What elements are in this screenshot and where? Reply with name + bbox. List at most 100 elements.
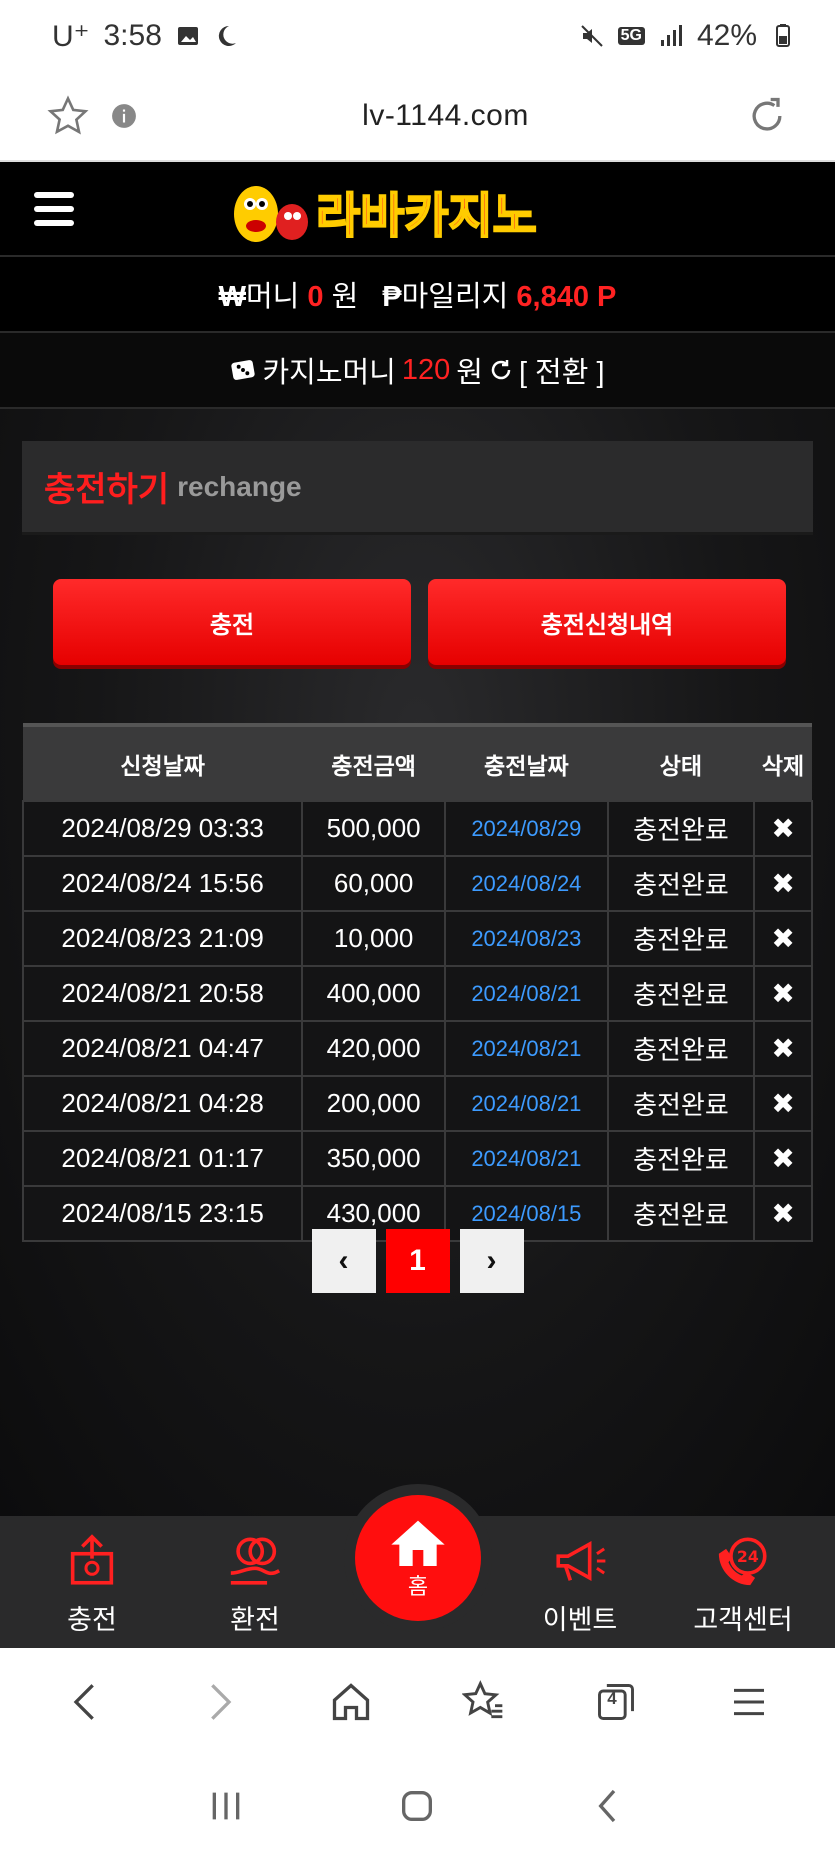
delete-cell: ✖ xyxy=(753,855,813,912)
info-icon xyxy=(112,104,136,128)
header-status: 상태 xyxy=(607,723,755,801)
system-nav-bar xyxy=(0,1756,835,1856)
megaphone-icon xyxy=(556,1541,606,1581)
page-title-box: 충전하기 rechange xyxy=(22,441,813,535)
pagination: ‹ 1 › xyxy=(0,1229,835,1293)
delete-cell: ✖ xyxy=(753,965,813,1022)
svg-text:라바카지노: 라바카지노 xyxy=(316,188,537,244)
header-charged-date: 충전날짜 xyxy=(445,723,608,801)
delete-cell: ✖ xyxy=(753,800,813,857)
recent-apps-icon xyxy=(212,1792,240,1820)
battery-label: 42% xyxy=(696,19,757,52)
won-icon: ₩ xyxy=(218,281,246,313)
cell-requested-date: 2024/08/21 04:47 xyxy=(21,1020,304,1077)
cell-status: 충전완료 xyxy=(606,1130,756,1187)
nav-event-label: 이벤트 xyxy=(542,1605,618,1635)
reload-button[interactable] xyxy=(739,88,795,144)
star-icon xyxy=(47,95,89,135)
time-label: 3:58 xyxy=(103,19,162,52)
header-amount: 충전금액 xyxy=(302,723,445,801)
delete-cell: ✖ xyxy=(753,1020,813,1077)
peso-icon: ₱ xyxy=(382,281,402,313)
cell-amount: 350,000 xyxy=(301,1130,446,1187)
next-page-button[interactable]: › xyxy=(459,1229,524,1293)
money-value: 0 xyxy=(307,281,324,313)
forward-button[interactable] xyxy=(189,1672,249,1732)
home-button[interactable] xyxy=(321,1672,381,1732)
browser-url-bar: lv-1144.com xyxy=(0,72,835,162)
table-row: 2024/08/21 20:58 400,000 2024/08/21 충전완료… xyxy=(21,965,813,1022)
delete-x-icon[interactable]: ✖ xyxy=(771,978,794,1009)
house-icon xyxy=(333,1683,370,1721)
back-chevron-icon xyxy=(598,1789,616,1823)
cell-charged-date: 2024/08/21 xyxy=(444,1020,609,1077)
main-content: 충전하기 rechange 충전 충전신청내역 신청날짜 충전금액 충전날짜 상… xyxy=(0,409,835,1517)
nav-event[interactable]: 이벤트 xyxy=(520,1532,640,1637)
network-label: 5G xyxy=(617,27,645,45)
site-info-button[interactable] xyxy=(96,88,152,144)
battery-icon xyxy=(776,24,790,47)
convert-button[interactable]: [ 전환 ] xyxy=(519,349,605,391)
mileage-label: 마일리지 xyxy=(401,281,509,313)
nav-support[interactable]: 24 고객센터 xyxy=(683,1532,803,1637)
site-header: 라바카지노 xyxy=(0,162,835,257)
nav-charge[interactable]: 충전 xyxy=(32,1532,152,1637)
bookmark-star-button[interactable] xyxy=(40,88,96,144)
nav-home[interactable]: 홈 xyxy=(355,1495,481,1621)
refresh-icon[interactable] xyxy=(489,358,513,382)
back-button[interactable] xyxy=(56,1672,116,1732)
delete-x-icon[interactable]: ✖ xyxy=(771,1033,794,1064)
recent-apps-button[interactable] xyxy=(196,1776,256,1836)
cell-requested-date: 2024/08/21 04:28 xyxy=(21,1075,304,1132)
reload-icon xyxy=(752,97,782,131)
casino-money-row: 카지노머니 120 원 [ 전환 ] xyxy=(0,333,835,409)
cell-status: 충전완료 xyxy=(606,965,756,1022)
page-subtitle: rechange xyxy=(177,470,302,502)
menu-hamburger-icon[interactable] xyxy=(34,191,74,226)
tabs-count: 4 xyxy=(607,1689,617,1708)
prev-page-button[interactable]: ‹ xyxy=(311,1229,376,1293)
money-unit: 원 xyxy=(331,281,359,313)
page-title: 충전하기 xyxy=(44,471,170,509)
delete-x-icon[interactable]: ✖ xyxy=(771,813,794,844)
cell-status: 충전완료 xyxy=(606,855,756,912)
nav-charge-label: 충전 xyxy=(67,1605,117,1635)
url-text[interactable]: lv-1144.com xyxy=(152,99,739,133)
bookmarks-button[interactable] xyxy=(454,1672,514,1732)
cell-status: 충전완료 xyxy=(606,1020,756,1077)
tabs-button[interactable]: 4 xyxy=(586,1672,646,1732)
table-row: 2024/08/21 04:47 420,000 2024/08/21 충전완료… xyxy=(21,1020,813,1077)
chevron-left-icon xyxy=(73,1684,95,1720)
nav-exchange-label: 환전 xyxy=(230,1605,280,1635)
cell-amount: 420,000 xyxy=(301,1020,446,1077)
nav-home-label: 홈 xyxy=(407,1574,429,1599)
browser-toolbar: 4 xyxy=(0,1648,835,1756)
table-row: 2024/08/21 04:28 200,000 2024/08/21 충전완료… xyxy=(21,1075,813,1132)
table-row: 2024/08/23 21:09 10,000 2024/08/23 충전완료 … xyxy=(21,910,813,967)
system-back-button[interactable] xyxy=(579,1776,639,1836)
money-label: 머니 xyxy=(245,281,300,313)
charge-history-button[interactable]: 충전신청내역 xyxy=(428,579,786,665)
delete-x-icon[interactable]: ✖ xyxy=(771,1143,794,1174)
cell-amount: 10,000 xyxy=(301,910,446,967)
menu-icon xyxy=(733,1688,764,1716)
table-header-row: 신청날짜 충전금액 충전날짜 상태 삭제 xyxy=(23,723,812,801)
cell-requested-date: 2024/08/29 03:33 xyxy=(21,800,304,857)
charge-box-icon xyxy=(70,1534,114,1585)
delete-x-icon[interactable]: ✖ xyxy=(771,1198,794,1229)
cell-requested-date: 2024/08/24 15:56 xyxy=(21,855,304,912)
charge-button[interactable]: 충전 xyxy=(53,579,411,665)
cell-requested-date: 2024/08/23 21:09 xyxy=(21,910,304,967)
system-home-button[interactable] xyxy=(387,1776,447,1836)
delete-cell: ✖ xyxy=(753,910,813,967)
delete-x-icon[interactable]: ✖ xyxy=(771,923,794,954)
browser-menu-button[interactable] xyxy=(719,1672,779,1732)
coins-hand-icon xyxy=(230,1537,281,1585)
mileage-block: ₱마일리지 6,840 P xyxy=(382,273,616,315)
casino-money-label: 카지노머니 xyxy=(262,357,396,389)
site-logo[interactable]: 라바카지노 xyxy=(224,174,614,246)
nav-exchange[interactable]: 환전 xyxy=(195,1532,315,1637)
delete-x-icon[interactable]: ✖ xyxy=(771,868,794,899)
page-number-button[interactable]: 1 xyxy=(385,1229,450,1293)
delete-x-icon[interactable]: ✖ xyxy=(771,1088,794,1119)
